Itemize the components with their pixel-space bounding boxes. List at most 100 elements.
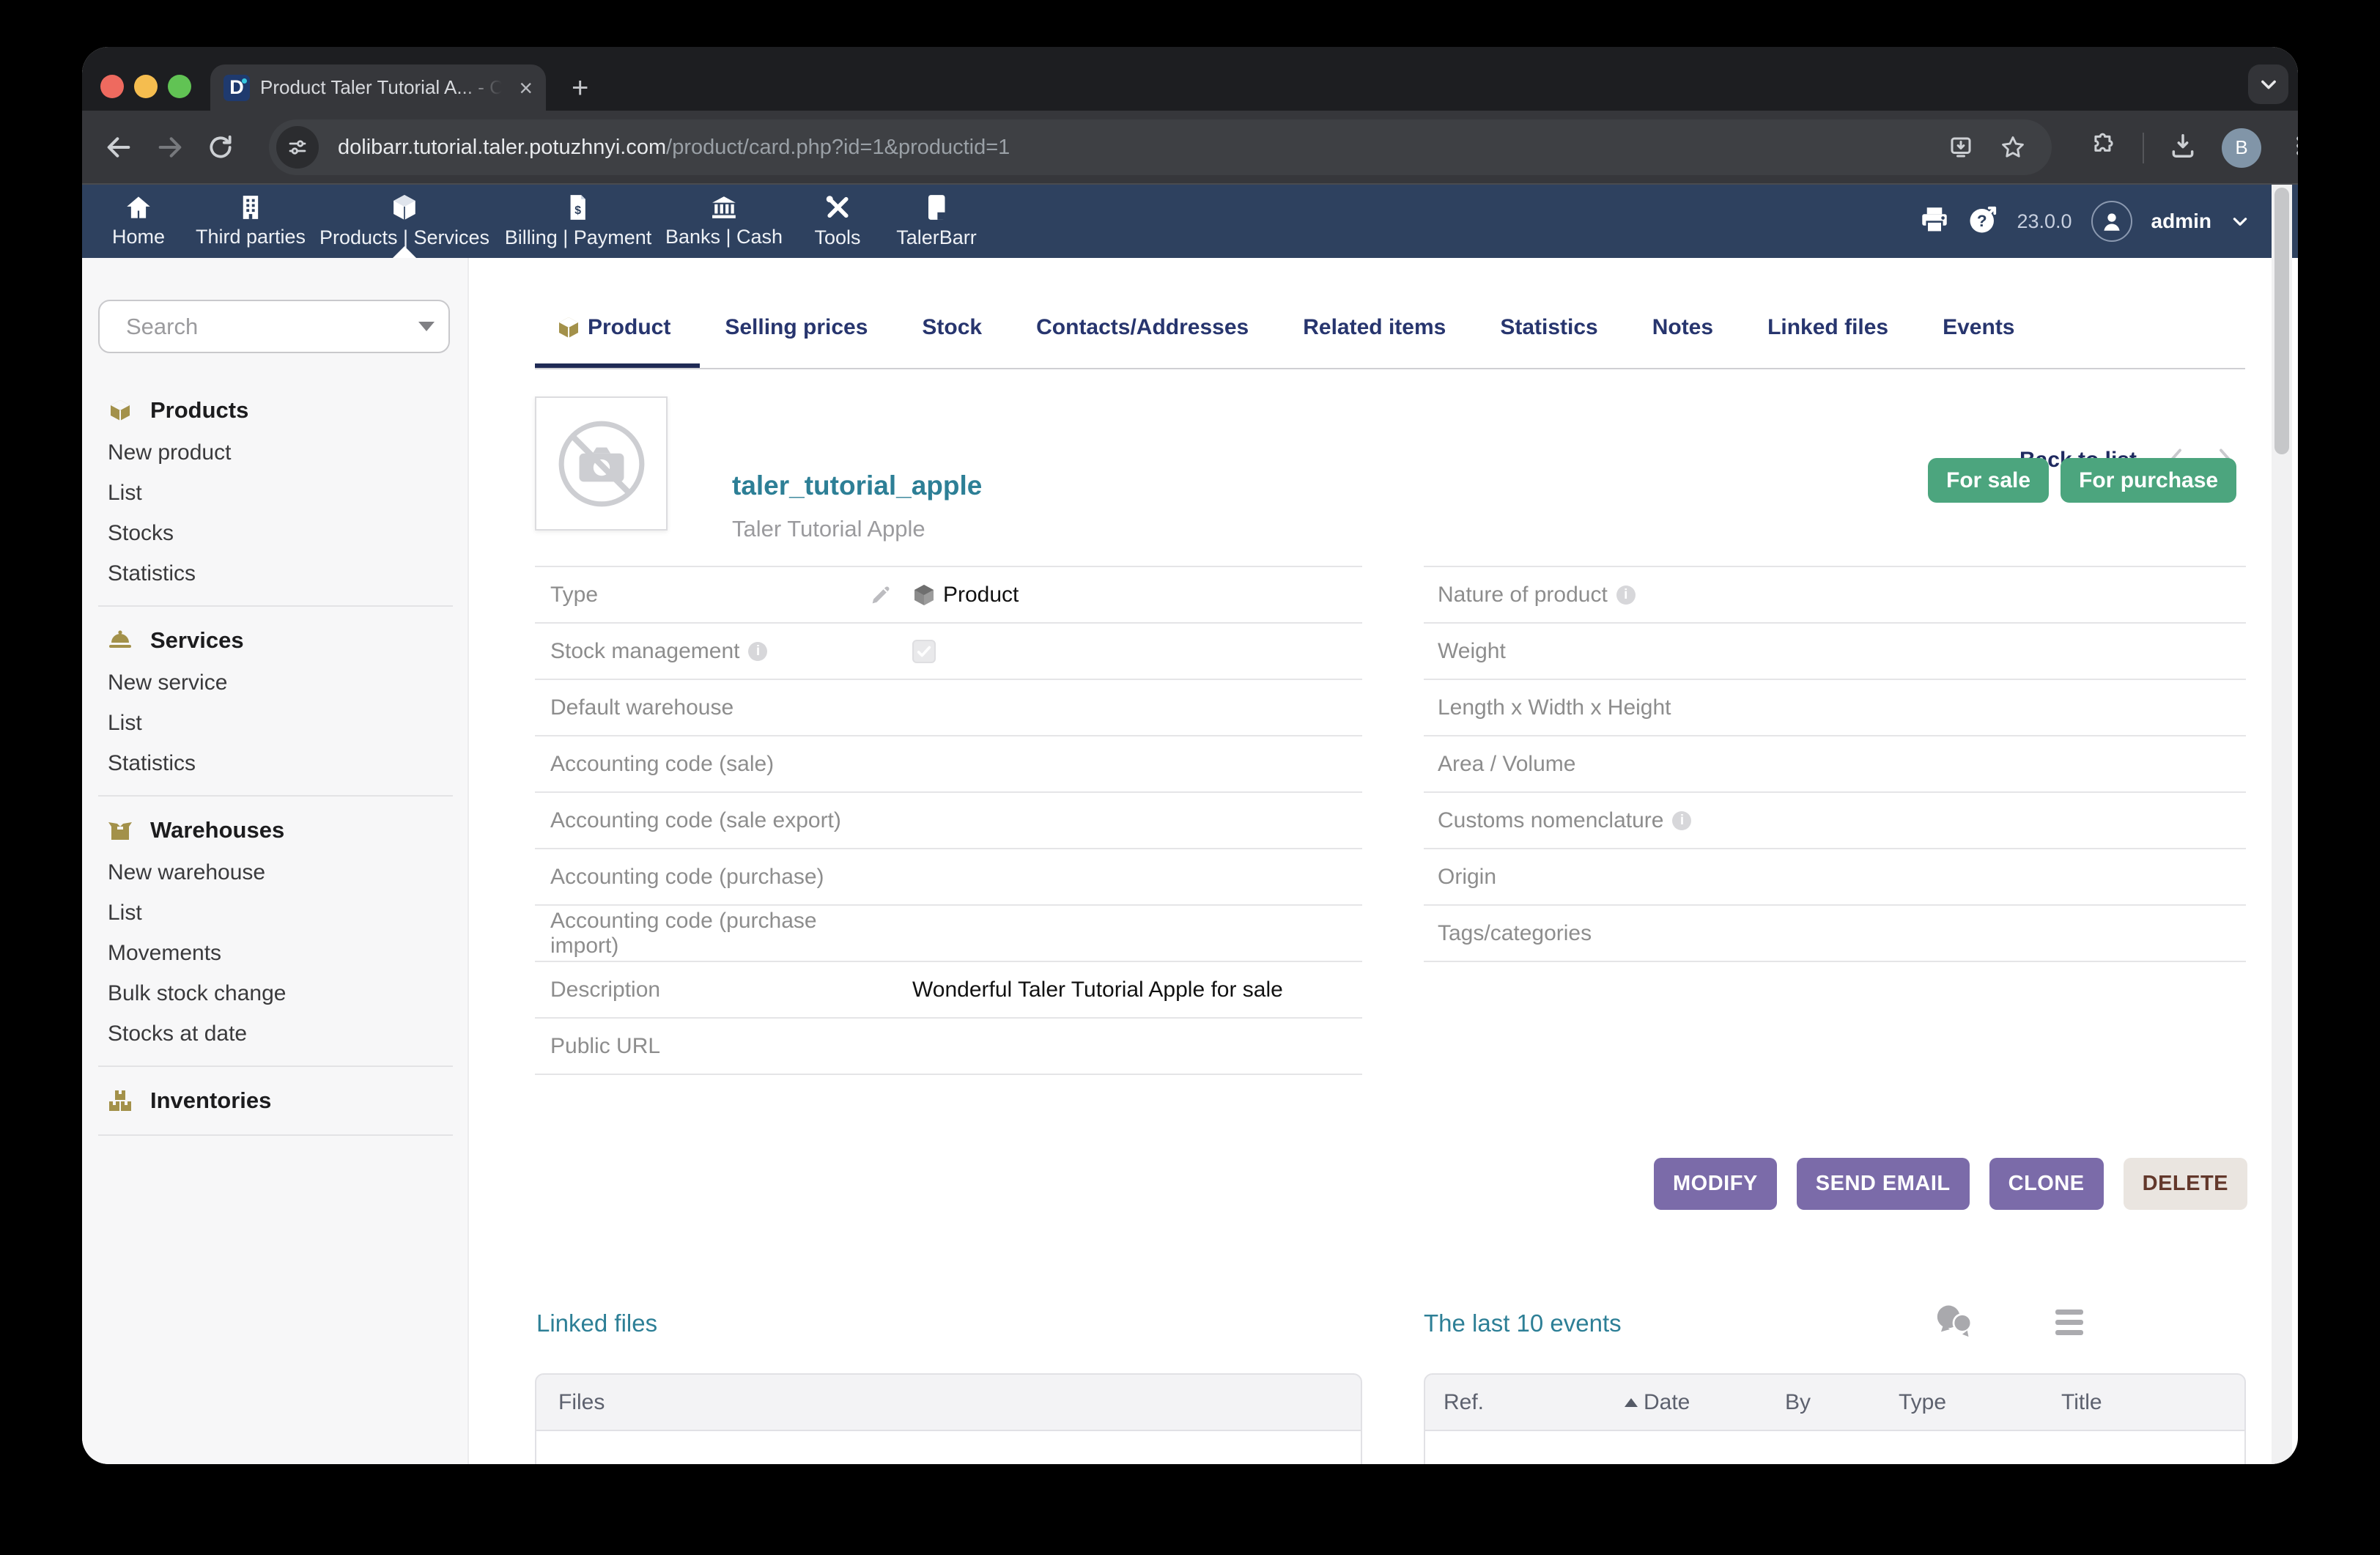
box-icon [392, 194, 417, 221]
minimize-window-button[interactable] [134, 75, 158, 98]
tab-search-button[interactable] [2248, 64, 2288, 104]
search-input[interactable] [126, 314, 418, 340]
tab-linked-files[interactable]: Linked files [1767, 315, 1888, 340]
stock-management-checkbox[interactable] [912, 640, 936, 663]
sidebar-item-services-statistics[interactable]: Statistics [98, 743, 453, 783]
files-column-header[interactable]: Files [558, 1390, 605, 1415]
bookmark-star-icon[interactable] [1999, 133, 2027, 161]
tab-notes[interactable]: Notes [1652, 315, 1713, 340]
sidebar-item-stocks[interactable]: Stocks [98, 513, 453, 553]
user-menu-chevron-icon[interactable] [2231, 212, 2250, 231]
tab-contacts-addresses[interactable]: Contacts/Addresses [1036, 315, 1249, 340]
browser-profile-avatar[interactable]: B [2222, 128, 2261, 168]
menu-home[interactable]: Home [112, 185, 165, 258]
services-cloche-icon [108, 629, 133, 651]
sidebar-item-new-warehouse[interactable]: New warehouse [98, 852, 453, 893]
scrollbar-thumb[interactable] [2274, 188, 2289, 454]
linked-files-empty: None [558, 1463, 611, 1464]
tab-close-icon[interactable]: × [519, 76, 533, 100]
print-icon[interactable] [1920, 207, 1949, 237]
events-col-type[interactable]: Type [1899, 1375, 1946, 1430]
sidebar-item-new-product[interactable]: New product [98, 432, 453, 473]
info-icon[interactable]: i [748, 642, 767, 661]
sidebar-section-warehouses[interactable]: Warehouses [98, 808, 453, 852]
tab-selling-prices[interactable]: Selling prices [725, 315, 868, 340]
product-fields-left: Type Product Stock managementi Default w… [535, 566, 1362, 1075]
clone-button[interactable]: CLONE [1989, 1158, 2104, 1210]
sidebar-item-stocks-at-date[interactable]: Stocks at date [98, 1013, 453, 1054]
sidebar-item-warehouses-list[interactable]: List [98, 893, 453, 933]
install-app-icon[interactable] [1948, 134, 1974, 160]
browser-tab[interactable]: D Product Taler Tutorial A... - Ca × [210, 64, 546, 111]
tab-related-items[interactable]: Related items [1303, 315, 1446, 340]
products-box-icon [108, 399, 133, 422]
extensions-icon[interactable] [2090, 132, 2118, 163]
delete-button[interactable]: DELETE [2124, 1158, 2247, 1210]
tab-product[interactable]: Product [557, 315, 670, 340]
sidebar-item-new-service[interactable]: New service [98, 662, 453, 703]
info-icon[interactable]: i [1672, 811, 1691, 830]
field-value-type: Product [912, 583, 1019, 607]
search-dropdown-caret-icon[interactable] [418, 322, 435, 331]
menu-tools[interactable]: Tools [814, 185, 860, 258]
site-settings-icon[interactable] [276, 126, 319, 169]
tab-statistics[interactable]: Statistics [1500, 315, 1597, 340]
field-row-origin: Origin [1424, 849, 2246, 906]
address-bar[interactable]: dolibarr.tutorial.taler.potuzhnyi.com/pr… [269, 119, 2052, 175]
card-tabs: Product Selling prices Stock Contacts/Ad… [535, 315, 2015, 340]
info-icon[interactable]: i [1616, 586, 1636, 605]
modify-button[interactable]: MODIFY [1654, 1158, 1777, 1210]
browser-window: D Product Taler Tutorial A... - Ca × + d… [82, 47, 2298, 1464]
events-col-by[interactable]: By [1785, 1375, 1811, 1430]
list-menu-icon[interactable] [2055, 1310, 2083, 1335]
events-col-title[interactable]: Title [2061, 1375, 2102, 1430]
edit-pencil-icon[interactable] [868, 583, 912, 607]
talerbarr-icon [925, 194, 947, 221]
sidebar-item-products-list[interactable]: List [98, 473, 453, 513]
help-icon[interactable]: ? [1968, 205, 1998, 238]
url-text: dolibarr.tutorial.taler.potuzhnyi.com/pr… [338, 136, 1948, 160]
for-sale-badge: For sale [1928, 458, 2049, 503]
tab-events[interactable]: Events [1943, 315, 2014, 340]
warehouses-open-box-icon [108, 819, 133, 841]
sidebar-section-services[interactable]: Services [98, 618, 453, 662]
sidebar-item-services-list[interactable]: List [98, 703, 453, 743]
tab-stock[interactable]: Stock [922, 315, 982, 340]
menu-banks-cash[interactable]: Banks | Cash [665, 185, 783, 258]
field-row-default-warehouse: Default warehouse [535, 680, 1362, 736]
active-menu-pointer [393, 246, 416, 258]
events-col-ref[interactable]: Ref. [1444, 1375, 1484, 1430]
logged-user-name[interactable]: admin [2151, 210, 2211, 233]
menu-talerbarr[interactable]: TalerBarr [896, 185, 977, 258]
building-icon [240, 195, 262, 220]
reload-button[interactable] [207, 133, 234, 161]
chat-bubbles-icon[interactable] [1932, 1301, 1975, 1343]
sidebar-item-bulk-stock-change[interactable]: Bulk stock change [98, 973, 453, 1013]
close-window-button[interactable] [100, 75, 124, 98]
sidebar-item-movements[interactable]: Movements [98, 933, 453, 973]
downloads-icon[interactable] [2169, 132, 2197, 163]
invoice-icon: $ [568, 194, 588, 221]
forward-button[interactable] [155, 133, 185, 162]
send-email-button[interactable]: SEND EMAIL [1797, 1158, 1970, 1210]
sidebar-divider [98, 1065, 453, 1067]
sidebar-search[interactable] [98, 300, 450, 353]
user-avatar-icon[interactable] [2091, 201, 2132, 242]
menu-billing-payment[interactable]: $ Billing | Payment [505, 185, 652, 258]
dolibarr-favicon-icon: D [223, 75, 250, 101]
sidebar-section-inventories[interactable]: Inventories [98, 1079, 453, 1123]
sidebar-item-products-statistics[interactable]: Statistics [98, 553, 453, 594]
svg-text:$: $ [575, 204, 582, 217]
new-tab-button[interactable]: + [572, 73, 588, 103]
chevron-down-icon [2258, 74, 2279, 95]
events-col-date[interactable]: Date [1625, 1375, 1690, 1430]
back-button[interactable] [104, 133, 133, 162]
menu-third-parties[interactable]: Third parties [196, 185, 306, 258]
browser-menu-icon[interactable] [2286, 133, 2298, 162]
fullscreen-window-button[interactable] [168, 75, 191, 98]
sidebar-section-products[interactable]: Products [98, 388, 453, 432]
product-ref[interactable]: taler_tutorial_apple [732, 470, 982, 501]
sort-asc-icon [1625, 1398, 1638, 1407]
field-row-public-url: Public URL [535, 1019, 1362, 1075]
field-row-type: Type Product [535, 567, 1362, 624]
